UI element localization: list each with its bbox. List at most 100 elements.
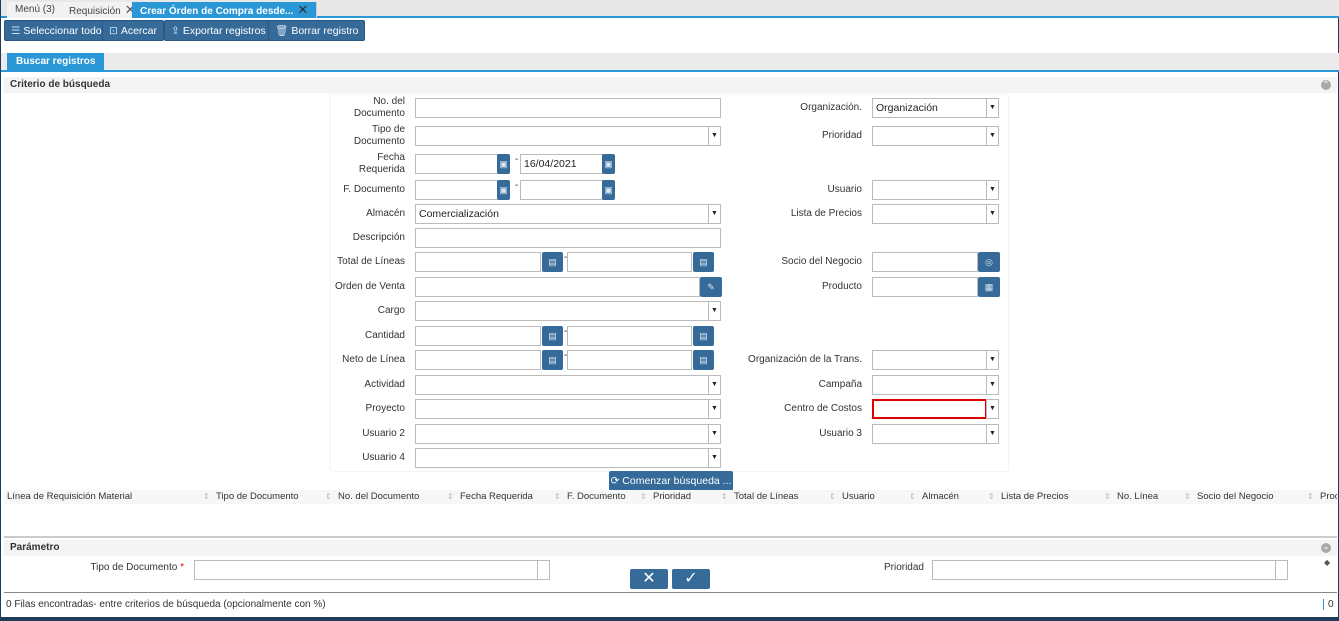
ok-button[interactable]: ✓ [672, 569, 710, 589]
sort-icon[interactable]: ⇕ [640, 490, 647, 504]
tab-crear-orden[interactable]: Crear Órden de Compra desde... ✕ [132, 2, 318, 18]
proyecto-select[interactable] [415, 399, 709, 419]
socio-del-negocio-input[interactable] [872, 252, 978, 272]
param-doc-type-input[interactable] [194, 560, 538, 580]
sort-icon[interactable]: ⇕ [829, 490, 836, 504]
chevron-down-icon[interactable]: ▼ [708, 448, 721, 468]
calendar-icon[interactable]: ▣ [602, 180, 615, 200]
sort-icon[interactable]: ⇕ [203, 490, 210, 504]
delete-button[interactable]: 🗑 Borrar registro [268, 20, 366, 41]
lista-de-precios-select[interactable] [872, 204, 987, 224]
column-header[interactable]: Socio del Negocio [1197, 490, 1274, 504]
calendar-icon[interactable]: ▣ [602, 154, 615, 174]
usuario-2-select[interactable] [415, 424, 709, 444]
usuario-4-select[interactable] [415, 448, 709, 468]
f-documento-to-input[interactable] [520, 180, 603, 200]
zoom-button[interactable]: ⊡ Acercar [102, 20, 164, 41]
cargo-label: Cargo [377, 305, 405, 316]
column-header[interactable]: Prod [1320, 490, 1337, 504]
column-header[interactable]: No. Línea [1117, 490, 1158, 504]
sort-icon[interactable]: ⇕ [447, 490, 454, 504]
tipo-de-documento-select[interactable] [415, 126, 709, 146]
sort-icon[interactable]: ⇕ [325, 490, 332, 504]
orden-de-venta-input[interactable] [415, 277, 700, 297]
fecha-requerida-from-input[interactable] [415, 154, 498, 174]
producto-input[interactable] [872, 277, 978, 297]
column-header[interactable]: F. Documento [567, 490, 626, 504]
bpartner-icon[interactable]: ◎ [978, 252, 1000, 272]
chevron-down-icon[interactable]: ▼ [986, 204, 999, 224]
calendar-icon[interactable]: ▣ [497, 154, 510, 174]
calculator-icon[interactable]: ▤ [542, 350, 563, 370]
collapse-icon[interactable]: ⌃ [1321, 80, 1331, 90]
f-documento-label: F. Documento [343, 184, 405, 195]
usuario-2-label: Usuario 2 [362, 428, 405, 439]
column-header[interactable]: Línea de Requisición Material [7, 490, 132, 504]
neto-de-linea-from-input[interactable] [415, 350, 541, 370]
select-all-button[interactable]: ☰ Seleccionar todo [4, 20, 109, 41]
chevron-down-icon[interactable]: ▼ [986, 180, 999, 200]
almacen-label: Almacén [366, 208, 405, 219]
column-header[interactable]: Tipo de Documento [216, 490, 299, 504]
chevron-down-icon[interactable]: ▼ [708, 301, 721, 321]
calculator-icon[interactable]: ▤ [542, 326, 563, 346]
total-de-lineas-from-input[interactable] [415, 252, 541, 272]
usuario-select[interactable] [872, 180, 987, 200]
column-header[interactable]: Usuario [842, 490, 875, 504]
sort-icon[interactable]: ⇕ [1184, 490, 1191, 504]
descripcion-input[interactable] [415, 228, 721, 248]
column-header[interactable]: Prioridad [653, 490, 691, 504]
f-documento-from-input[interactable] [415, 180, 498, 200]
actividad-select[interactable] [415, 375, 709, 395]
calendar-icon[interactable]: ▣ [497, 180, 510, 200]
cantidad-from-input[interactable] [415, 326, 541, 346]
chevron-down-icon[interactable]: ▼ [986, 126, 999, 146]
chevron-down-icon[interactable]: ▼ [986, 399, 999, 419]
column-header[interactable]: No. del Documento [338, 490, 419, 504]
campana-select[interactable] [872, 375, 987, 395]
organizacion-de-la-trans-select[interactable] [872, 350, 987, 370]
total-de-lineas-to-input[interactable] [567, 252, 692, 272]
cantidad-to-input[interactable] [567, 326, 692, 346]
scroll-arrow-icon[interactable]: ◆ [1324, 558, 1330, 567]
sort-icon[interactable]: ⇕ [988, 490, 995, 504]
chevron-down-icon[interactable]: ▼ [986, 375, 999, 395]
chevron-down-icon[interactable]: ▼ [986, 98, 999, 118]
fecha-requerida-to-input[interactable]: 16/04/2021 [520, 154, 603, 174]
column-header[interactable]: Total de Líneas [734, 490, 798, 504]
chevron-down-icon[interactable]: ▼ [986, 350, 999, 370]
no-del-documento-label: No. del Documento [353, 96, 405, 119]
start-search-button[interactable]: ⟳ Comenzar búsqueda ... [609, 471, 733, 491]
cancel-button[interactable]: ✕ [630, 569, 668, 589]
calculator-icon[interactable]: ▤ [693, 326, 714, 346]
column-header[interactable]: Almacén [922, 490, 959, 504]
prioridad-select[interactable] [872, 126, 987, 146]
column-header[interactable]: Fecha Requerida [460, 490, 533, 504]
tipo-de-documento-label: Tipo de Documento [353, 124, 405, 147]
no-del-documento-input[interactable] [415, 98, 721, 118]
sort-icon[interactable]: ⇕ [909, 490, 916, 504]
calculator-icon[interactable]: ▤ [542, 252, 563, 272]
param-doc-type-dropdown[interactable] [537, 560, 550, 580]
chevron-down-icon[interactable]: ▼ [986, 424, 999, 444]
export-button[interactable]: ⇪ Exportar registros [164, 20, 273, 41]
close-icon[interactable]: ✕ [297, 2, 308, 18]
tab-menu[interactable]: Menú (3) [7, 2, 65, 18]
centro-de-costos-select[interactable] [872, 399, 987, 419]
cargo-select[interactable] [415, 301, 709, 321]
expand-icon[interactable]: ⌄ [1321, 543, 1331, 553]
sort-icon[interactable]: ⇕ [554, 490, 561, 504]
sort-icon[interactable]: ⇕ [1307, 490, 1314, 504]
usuario-3-select[interactable] [872, 424, 987, 444]
param-priority-input[interactable] [932, 560, 1276, 580]
almacen-select[interactable]: Comercialización [415, 204, 709, 224]
organizacion-select[interactable]: Organización [872, 98, 987, 118]
param-priority-dropdown[interactable] [1275, 560, 1288, 580]
product-icon[interactable]: ▦ [978, 277, 1000, 297]
sort-icon[interactable]: ⇕ [721, 490, 728, 504]
splitter[interactable] [4, 536, 1337, 538]
column-header[interactable]: Lista de Precios [1001, 490, 1069, 504]
neto-de-linea-to-input[interactable] [567, 350, 692, 370]
tab-buscar-registros[interactable]: Buscar registros [7, 53, 105, 71]
sort-icon[interactable]: ⇕ [1104, 490, 1111, 504]
